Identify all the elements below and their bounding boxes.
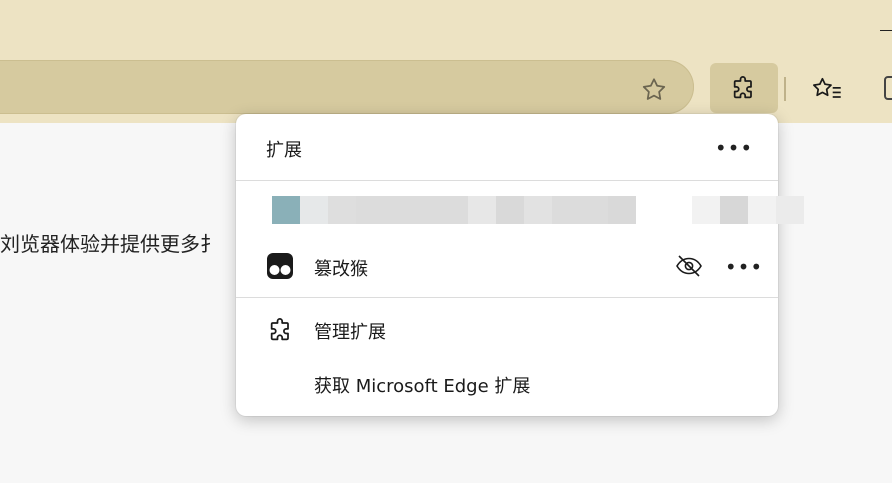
pixel-cell [776,196,804,224]
menu-title: 扩展 [266,140,302,161]
pixel-cell [524,196,552,224]
pixel-cell [608,196,636,224]
star-list-icon [813,77,841,98]
menu-more-options-button[interactable]: ••• [715,132,752,164]
collections-button[interactable] [884,76,892,100]
pixel-cell [496,196,524,224]
pixel-cell [384,196,412,224]
pixel-cell [636,196,664,224]
hidden-extension-item[interactable] [272,196,804,224]
pixel-cell [272,196,300,224]
extensions-menu: 扩展 ••• 篡改猴 ••• 管理扩展 获取 Microsoft Edge 扩展 [236,114,804,416]
minimize-button[interactable] [880,30,892,31]
add-favorite-button[interactable] [636,72,672,108]
toggle-visibility-button[interactable] [672,250,706,282]
manage-extensions-item[interactable]: 管理扩展 [314,318,386,344]
pixel-cell [580,196,608,224]
pixel-cell [328,196,356,224]
eye-hidden-icon [676,255,702,277]
pixel-cell [300,196,328,224]
puzzle-piece-icon [266,315,296,345]
pixel-cell [552,196,580,224]
pixel-cell [720,196,748,224]
favorites-button[interactable] [808,70,846,108]
pixel-cell [440,196,468,224]
pixel-cell [468,196,496,224]
menu-divider [236,180,778,181]
menu-divider [236,297,778,298]
star-outline-icon [642,78,666,100]
pixel-cell [356,196,384,224]
get-extensions-item[interactable]: 获取 Microsoft Edge 扩展 [314,372,530,398]
pixel-cell [412,196,440,224]
puzzle-piece-icon [733,76,752,99]
page-body-text: 刘览器体验并提供更多扌 [0,232,220,256]
toolbar-separator [784,77,786,101]
address-bar[interactable] [0,60,694,114]
pixel-cell [664,196,692,224]
pixel-cell [692,196,720,224]
extension-more-options-button[interactable]: ••• [725,251,762,283]
pixel-cell [748,196,776,224]
tampermonkey-icon [266,252,294,280]
extensions-button[interactable] [710,63,778,113]
extension-name-tampermonkey[interactable]: 篡改猴 [314,255,368,281]
